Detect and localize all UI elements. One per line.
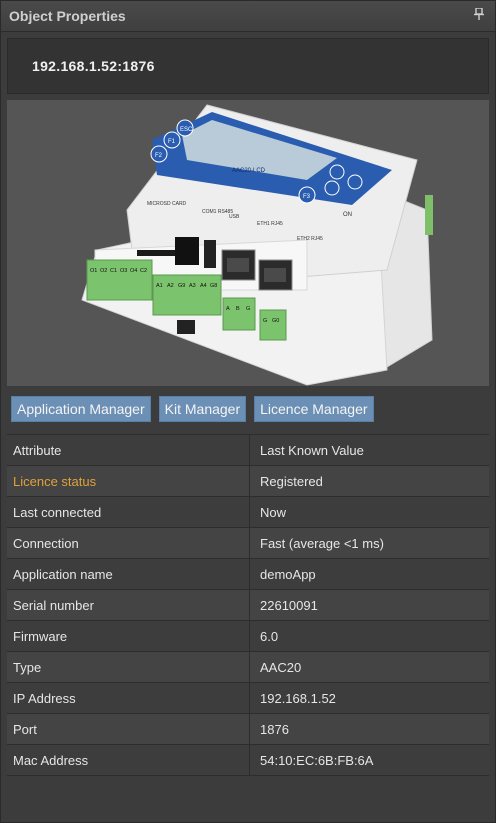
device-illustration: ESC F1 F2 F3 AAC20-LCD MICROSD CARD COM1…	[81, 104, 433, 386]
table-row[interactable]: Serial number 22610091	[7, 590, 489, 621]
row-value: demoApp	[260, 566, 316, 582]
bus-label-0: A	[226, 306, 230, 312]
licence-manager-button[interactable]: Licence Manager	[254, 396, 374, 422]
header-value: Last Known Value	[260, 442, 364, 458]
bus-label-1: B	[236, 306, 240, 312]
row-value: 1876	[260, 721, 289, 737]
analog-terminal-block: A1 A2 G9 A3 A4 G8	[152, 274, 222, 316]
din-clip	[425, 195, 433, 235]
f1-key: F1	[168, 139, 176, 145]
row-attribute: Connection	[7, 528, 250, 558]
table-row[interactable]: Licence status Registered	[7, 466, 489, 497]
table-row[interactable]: Port 1876	[7, 714, 489, 745]
row-attribute: Mac Address	[7, 745, 250, 775]
application-manager-button[interactable]: Application Manager	[11, 396, 151, 422]
usb-label: USB	[229, 214, 240, 220]
relay-label-0: O1	[90, 268, 97, 274]
row-attribute: Type	[7, 652, 250, 682]
f3-key: F3	[303, 194, 311, 200]
mounting-tab	[177, 320, 195, 334]
kit-manager-button[interactable]: Kit Manager	[158, 396, 247, 422]
device-image: ESC F1 F2 F3 AAC20-LCD MICROSD CARD COM1…	[7, 100, 489, 386]
power-terminal-block: G G0	[259, 309, 287, 341]
microsd-slot	[137, 250, 177, 256]
properties-table: Attribute Last Known Value Licence statu…	[7, 434, 489, 776]
row-value: Fast (average <1 ms)	[260, 535, 384, 551]
row-attribute: Last connected	[7, 497, 250, 527]
action-buttons: Application Manager Kit Manager Licence …	[11, 396, 485, 422]
header-attribute: Attribute	[7, 435, 250, 465]
table-row[interactable]: Type AAC20	[7, 652, 489, 683]
analog-label-5: G8	[210, 283, 217, 289]
relay-label-5: C2	[140, 268, 147, 274]
table-row[interactable]: Mac Address 54:10:EC:6B:FB:6A	[7, 745, 489, 776]
power-label-0: G	[263, 318, 267, 324]
row-value: 54:10:EC:6B:FB:6A	[260, 752, 374, 768]
row-value: Now	[260, 504, 287, 520]
eth2-label: ETH2 RJ45	[297, 236, 323, 242]
brand-label: AAC20-LCD	[232, 168, 266, 174]
analog-label-1: A2	[167, 283, 174, 289]
row-value: 192.168.1.52	[260, 690, 336, 706]
table-row[interactable]: IP Address 192.168.1.52	[7, 683, 489, 714]
row-attribute: Serial number	[7, 590, 250, 620]
row-value: AAC20	[260, 659, 302, 675]
on-label: ON	[343, 212, 352, 218]
row-value: 6.0	[260, 628, 279, 644]
com1-port	[175, 237, 199, 265]
power-label-1: G0	[272, 318, 279, 324]
analog-label-4: A4	[200, 283, 207, 289]
panel-title: Object Properties	[9, 8, 126, 24]
esc-key: ESC	[180, 127, 193, 133]
row-value: 22610091	[260, 597, 318, 613]
analog-label-3: A3	[189, 283, 196, 289]
relay-label-4: O4	[130, 268, 137, 274]
row-attribute: Firmware	[7, 621, 250, 651]
table-row[interactable]: Connection Fast (average <1 ms)	[7, 528, 489, 559]
row-attribute: IP Address	[7, 683, 250, 713]
analog-label-0: A1	[156, 283, 163, 289]
analog-label-2: G9	[178, 283, 185, 289]
table-header: Attribute Last Known Value	[7, 435, 489, 466]
device-address-box: 192.168.1.52:1876	[7, 38, 489, 94]
row-value: Registered	[260, 473, 323, 489]
relay-label-1: O2	[100, 268, 107, 274]
device-address: 192.168.1.52:1876	[32, 58, 155, 74]
f2-key: F2	[155, 153, 163, 159]
object-properties-panel: Object Properties 192.168.1.52:1876 ESC	[0, 0, 496, 823]
eth1-label: ETH1 RJ45	[257, 221, 283, 227]
bus-label-2: G	[246, 306, 250, 312]
usb-port	[204, 240, 216, 268]
table-row[interactable]: Last connected Now	[7, 497, 489, 528]
table-row[interactable]: Firmware 6.0	[7, 621, 489, 652]
row-attribute: Licence status	[7, 466, 250, 496]
panel-titlebar: Object Properties	[1, 1, 495, 32]
table-row[interactable]: Application name demoApp	[7, 559, 489, 590]
row-attribute: Port	[7, 714, 250, 744]
relay-label-2: C1	[110, 268, 117, 274]
pin-icon[interactable]	[471, 1, 487, 31]
row-attribute: Application name	[7, 559, 250, 589]
relay-terminal-block: O1 O2 C1 O3 O4 C2	[86, 259, 153, 301]
relay-label-3: O3	[120, 268, 127, 274]
microsd-label: MICROSD CARD	[147, 201, 187, 207]
bus-terminal-block: A B G	[222, 297, 256, 331]
